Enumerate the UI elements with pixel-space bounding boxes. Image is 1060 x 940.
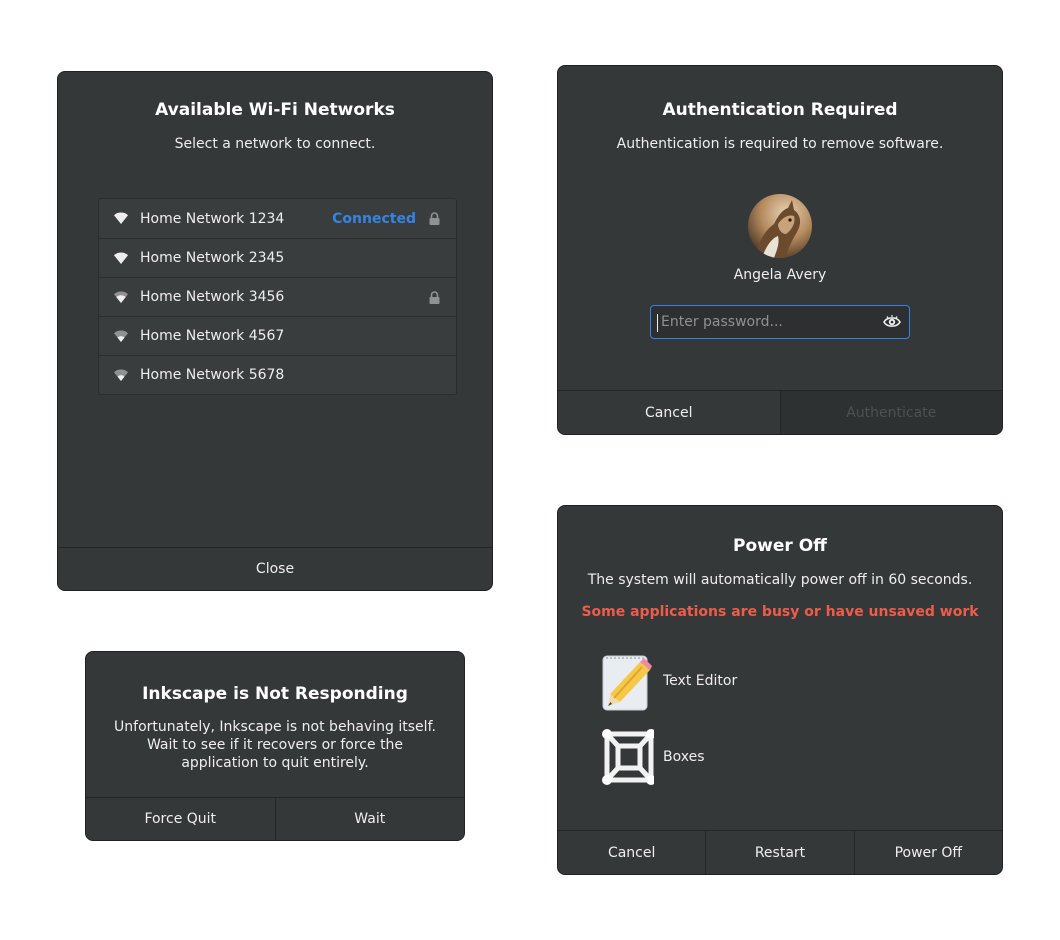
authentication-dialog: Authentication Required Authentication i… [557,65,1003,435]
wifi-signal-icon [114,330,128,342]
user-avatar [748,194,812,258]
wifi-signal-icon [114,252,128,264]
text-cursor [657,314,658,332]
close-button[interactable]: Close [58,548,492,590]
connected-status: Connected [332,210,416,227]
dialog-title: Power Off [733,536,827,556]
password-field[interactable] [650,305,910,339]
busy-app-item: Boxes [602,728,902,788]
dialog-title: Inkscape is Not Responding [142,684,408,704]
network-row[interactable]: Home Network 2345 [99,238,456,277]
power-off-dialog: Power Off The system will automatically … [557,505,1003,875]
lock-icon [429,212,440,225]
network-row[interactable]: Home Network 4567 [99,316,456,355]
cancel-button[interactable]: Cancel [558,831,705,874]
busy-app-item: Text Editor [602,652,902,712]
dialog-title: Available Wi-Fi Networks [155,100,395,120]
wait-button[interactable]: Wait [274,798,465,840]
dialog-buttons: Cancel Restart Power Off [558,830,1002,874]
dialog-subtitle: Select a network to connect. [174,136,376,152]
dialog-buttons: Force Quit Wait [86,797,464,840]
cancel-button[interactable]: Cancel [558,391,780,434]
network-row[interactable]: Home Network 1234 Connected [99,199,456,238]
text-editor-icon [602,655,652,711]
network-name: Home Network 5678 [140,367,285,383]
network-row[interactable]: Home Network 5678 [99,355,456,394]
show-password-eye-icon[interactable] [883,314,901,330]
network-list: Home Network 1234 Connected Home Network… [98,198,457,395]
force-quit-button[interactable]: Force Quit [86,798,275,840]
dialog-subtitle: Authentication is required to remove sof… [616,136,944,152]
dialog-message: Unfortunately, Inkscape is not behaving … [86,718,464,772]
authenticate-button[interactable]: Authenticate [779,391,1002,434]
user-name: Angela Avery [733,267,827,283]
dialog-buttons: Close [58,547,492,590]
app-name: Boxes [663,749,705,765]
power-off-button[interactable]: Power Off [853,831,1002,874]
message-line: Unfortunately, Inkscape is not behaving … [114,719,436,735]
app-name: Text Editor [663,673,738,689]
wifi-networks-dialog: Available Wi-Fi Networks Select a networ… [57,71,493,591]
network-row[interactable]: Home Network 3456 [99,277,456,316]
busy-apps-warning: Some applications are busy or have unsav… [581,604,979,620]
boxes-icon [602,729,654,785]
message-line: Wait to see if it recovers or force the [146,737,404,753]
dialog-subtitle: The system will automatically power off … [587,572,973,588]
password-input[interactable] [661,310,871,334]
network-name: Home Network 1234 [140,210,285,227]
not-responding-dialog: Inkscape is Not Responding Unfortunately… [85,651,465,841]
restart-button[interactable]: Restart [705,831,853,874]
wifi-signal-icon [114,369,128,381]
network-name: Home Network 3456 [140,289,285,305]
dialog-title: Authentication Required [662,100,898,120]
lock-icon [429,291,440,304]
network-name: Home Network 4567 [140,328,285,344]
wifi-signal-icon [114,212,128,224]
dialog-buttons: Cancel Authenticate [558,390,1002,434]
network-name: Home Network 2345 [140,250,285,266]
wifi-signal-icon [114,291,128,303]
cat-photo-avatar [748,194,812,258]
message-line: application to quit entirely. [181,755,369,771]
